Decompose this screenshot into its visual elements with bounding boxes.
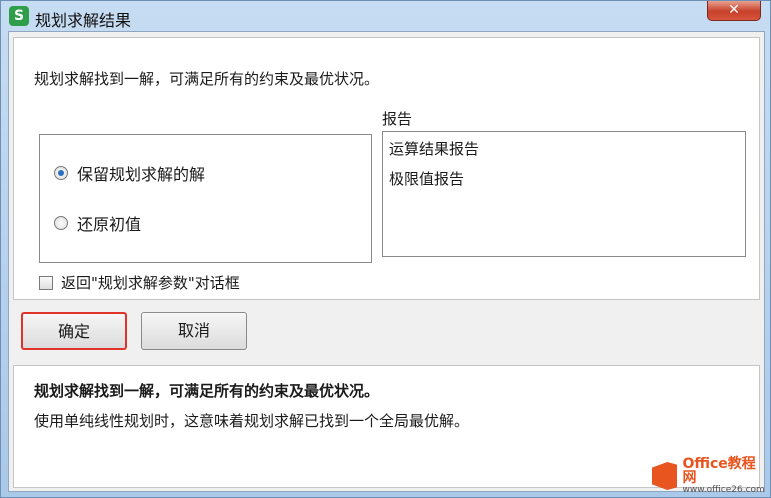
report-item-answer[interactable]: 运算结果报告 bbox=[389, 138, 479, 159]
result-panel: 规划求解找到一解，可满足所有的约束及最优状况。 保留规划求解的解 还原初值 报告… bbox=[13, 37, 760, 300]
report-list[interactable]: 运算结果报告 极限值报告 bbox=[382, 131, 746, 257]
return-to-params-option[interactable]: 返回"规划求解参数"对话框 bbox=[39, 272, 240, 293]
title-bar[interactable]: S 规划求解结果 ✕ bbox=[1, 1, 770, 31]
info-panel: 规划求解找到一解，可满足所有的约束及最优状况。 使用单纯线性规划时，这意味着规划… bbox=[13, 365, 760, 488]
option-keep-solution[interactable]: 保留规划求解的解 bbox=[54, 161, 205, 185]
close-button[interactable]: ✕ bbox=[707, 1, 761, 21]
watermark: Office教程网 www.office26.com bbox=[652, 455, 768, 496]
watermark-main: Office教程网 bbox=[682, 455, 756, 487]
return-to-params-checkbox[interactable] bbox=[39, 275, 53, 290]
office-logo-icon bbox=[652, 462, 678, 490]
option-keep-solution-label: 保留规划求解的解 bbox=[77, 165, 206, 184]
watermark-sub: www.office26.com bbox=[682, 484, 765, 495]
window-title: 规划求解结果 bbox=[35, 11, 132, 30]
radio-restore-original[interactable] bbox=[54, 216, 68, 230]
dialog-client: 规划求解找到一解，可满足所有的约束及最优状况。 保留规划求解的解 还原初值 报告… bbox=[8, 31, 765, 492]
watermark-text: Office教程网 www.office26.com bbox=[682, 455, 768, 496]
report-item-limits[interactable]: 极限值报告 bbox=[389, 168, 464, 189]
cancel-button[interactable]: 取消 bbox=[141, 312, 247, 350]
radio-keep-solution[interactable] bbox=[54, 166, 68, 180]
option-restore-original[interactable]: 还原初值 bbox=[54, 211, 141, 235]
result-message: 规划求解找到一解，可满足所有的约束及最优状况。 bbox=[34, 70, 380, 88]
close-icon: ✕ bbox=[728, 2, 740, 18]
report-label: 报告 bbox=[382, 110, 413, 128]
ok-button[interactable]: 确定 bbox=[21, 312, 127, 350]
solution-options-group: 保留规划求解的解 还原初值 bbox=[39, 134, 372, 263]
info-title: 规划求解找到一解，可满足所有的约束及最优状况。 bbox=[34, 382, 380, 400]
dialog-window: S 规划求解结果 ✕ 规划求解找到一解，可满足所有的约束及最优状况。 保留规划求… bbox=[0, 0, 771, 498]
app-icon: S bbox=[9, 6, 29, 26]
option-restore-original-label: 还原初值 bbox=[77, 215, 142, 234]
return-to-params-label: 返回"规划求解参数"对话框 bbox=[61, 274, 240, 292]
info-description: 使用单纯线性规划时，这意味着规划求解已找到一个全局最优解。 bbox=[34, 412, 470, 430]
